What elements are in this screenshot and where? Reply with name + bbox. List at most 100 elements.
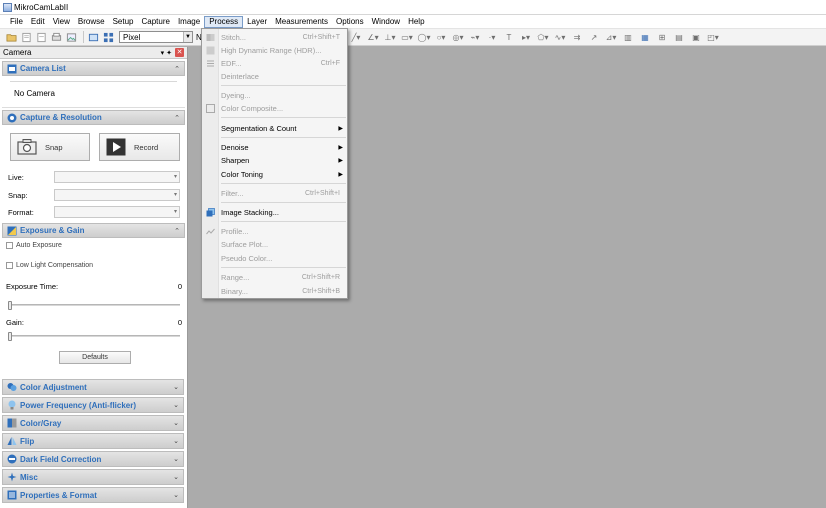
color-adjustment-section[interactable]: Color Adjustment ⌄ [2,379,184,395]
report-icon[interactable]: ▣ [690,32,702,43]
snap-resolution-select[interactable]: ▾ [54,189,180,201]
menu-measurements[interactable]: Measurements [271,16,332,28]
save-icon[interactable] [20,31,32,43]
snap-button[interactable]: Snap [10,133,90,161]
print-icon[interactable] [50,31,62,43]
collapse-icon[interactable]: ⌃ [174,227,180,235]
menu-capture[interactable]: Capture [137,16,173,28]
menu-setup[interactable]: Setup [109,16,138,28]
layer-icon[interactable]: ▦ [639,32,651,43]
arrow-tool-icon[interactable]: ↗ [588,32,600,43]
histogram-icon[interactable]: ▥ [622,32,634,43]
live-resolution-select[interactable]: ▾ [54,171,180,183]
polygon-tool-icon[interactable]: ⬠▾ [537,32,549,43]
menu-options[interactable]: Options [332,16,368,28]
checkbox-box[interactable] [6,242,13,249]
menu-item-color-composite[interactable]: Color Composite... [202,102,347,115]
menu-item-stitch[interactable]: Stitch... Ctrl+Shift+T [202,31,347,44]
auto-exposure-checkbox[interactable]: Auto Exposure [6,242,62,249]
menu-item-dyeing[interactable]: Dyeing... [202,89,347,102]
menu-item-sharpen[interactable]: Sharpen ▶ [202,154,347,167]
perpendicular-tool-icon[interactable]: ⊥▾ [384,32,396,43]
flip-section[interactable]: Flip ⌄ [2,433,184,449]
slider-thumb[interactable] [8,301,12,310]
capture-resolution-section[interactable]: Capture & Resolution ⌃ [2,110,185,125]
menu-edit[interactable]: Edit [27,16,49,28]
expand-icon[interactable]: ⌄ [173,473,179,481]
menu-item-surface-plot[interactable]: Surface Plot... [202,238,347,251]
record-button[interactable]: Record [99,133,180,161]
line-tool-icon[interactable]: ╱▾ [350,32,362,43]
menu-file[interactable]: File [6,16,27,28]
ellipse-tool-icon[interactable]: ◯▾ [418,32,431,43]
calibration-icon[interactable]: ⊿▾ [605,32,617,43]
defaults-button[interactable]: Defaults [59,351,131,364]
misc-section[interactable]: Misc ⌄ [2,469,184,485]
angle-tool-icon[interactable]: ∠▾ [367,32,379,43]
slider-thumb[interactable] [8,332,12,341]
close-icon[interactable]: ✕ [175,48,184,57]
hdr-icon [202,46,219,55]
expand-icon[interactable]: ⌄ [173,401,179,409]
menu-window[interactable]: Window [368,16,404,28]
collapse-icon[interactable]: ⌃ [174,65,180,73]
expand-icon[interactable]: ⌄ [173,419,179,427]
menu-help[interactable]: Help [404,16,428,28]
expand-icon[interactable]: ⌄ [173,437,179,445]
collapse-icon[interactable]: ⌃ [174,114,180,122]
menu-item-segmentation-count[interactable]: Segmentation & Count ▶ [202,122,347,135]
power-frequency-section[interactable]: Power Frequency (Anti-flicker) ⌄ [2,397,184,413]
unit-select[interactable]: Pixel ▼ [119,31,193,43]
concentric-circle-icon[interactable]: ◎▾ [452,32,464,43]
grid-view-icon[interactable] [102,31,114,43]
menu-image[interactable]: Image [174,16,204,28]
expand-icon[interactable]: ⌄ [173,383,179,391]
gain-slider[interactable] [8,332,180,341]
low-light-checkbox[interactable]: Low Light Compensation [6,262,93,269]
exposure-time-slider[interactable] [8,301,180,310]
menu-item-hdr[interactable]: High Dynamic Range (HDR)... [202,44,347,57]
rectangle-tool-icon[interactable]: ▭▾ [401,32,413,43]
point-tool-icon[interactable]: ·▾ [486,32,498,43]
curve-tool-icon[interactable]: ∿▾ [554,32,566,43]
table-icon[interactable]: ▤ [673,32,685,43]
text-tool-icon[interactable]: T [503,32,515,43]
menu-item-filter[interactable]: Filter... Ctrl+Shift+I [202,187,347,200]
menu-item-color-toning[interactable]: Color Toning ▶ [202,168,347,181]
menu-view[interactable]: View [49,16,74,28]
menu-process[interactable]: Process [204,15,244,28]
menu-separator [221,202,346,203]
menu-layer[interactable]: Layer [243,16,271,28]
settings-dropdown-icon[interactable]: ◰▾ [707,32,719,43]
parallel-tool-icon[interactable]: ⇉ [571,32,583,43]
save-as-icon[interactable] [35,31,47,43]
export-icon[interactable]: ⊞ [656,32,668,43]
marker-tool-icon[interactable]: ▸▾ [520,32,532,43]
menu-item-pseudo-color[interactable]: Pseudo Color... [202,252,347,265]
browse-folder-icon[interactable] [87,31,99,43]
expand-icon[interactable]: ⌄ [173,491,179,499]
polyline-tool-icon[interactable]: ⌁▾ [469,32,481,43]
menu-browse[interactable]: Browse [74,16,109,28]
menu-item-image-stacking[interactable]: Image Stacking... [202,206,347,219]
checkbox-box[interactable] [6,262,13,269]
record-play-icon [106,138,126,156]
menu-item-edf[interactable]: EDF... Ctrl+F [202,57,347,70]
menu-item-range[interactable]: Range... Ctrl+Shift+R [202,271,347,284]
menu-item-deinterlace[interactable]: Deinterlace [202,70,347,83]
properties-format-section[interactable]: Properties & Format ⌄ [2,487,184,503]
open-folder-icon[interactable] [5,31,17,43]
menu-item-denoise[interactable]: Denoise ▶ [202,141,347,154]
capture-resolution-title: Capture & Resolution [20,113,102,122]
menu-item-binary[interactable]: Binary... Ctrl+Shift+B [202,285,347,298]
exposure-gain-section[interactable]: Exposure & Gain ⌃ [2,223,185,238]
dark-field-correction-section[interactable]: Dark Field Correction ⌄ [2,451,184,467]
format-select[interactable]: ▾ [54,206,180,218]
camera-list-section[interactable]: Camera List ⌃ [2,61,185,76]
image-icon[interactable] [65,31,77,43]
expand-icon[interactable]: ⌄ [173,455,179,463]
color-gray-section[interactable]: Color/Gray ⌄ [2,415,184,431]
menu-item-profile[interactable]: Profile... [202,225,347,238]
circle-tool-icon[interactable]: ○▾ [435,32,447,43]
pin-icon[interactable]: ▾ ✦ [161,49,172,57]
